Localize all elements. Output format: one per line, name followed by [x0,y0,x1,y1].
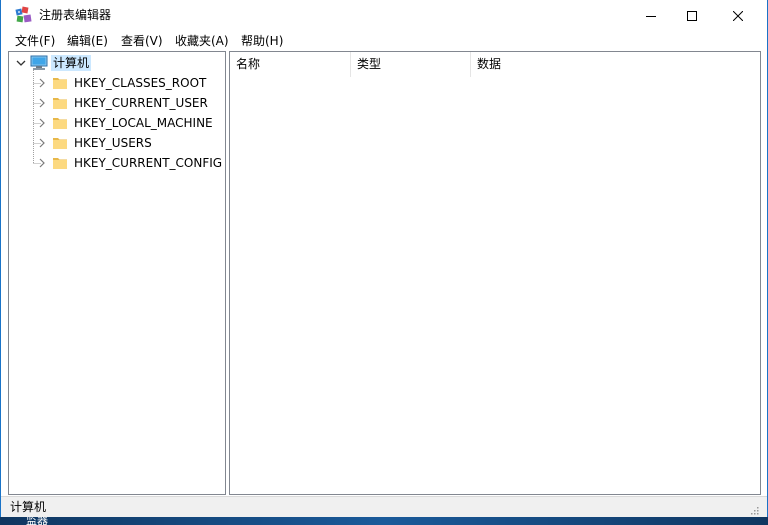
chevron-right-icon[interactable] [35,116,49,130]
column-header-name[interactable]: 名称 [230,52,351,77]
minimize-icon [646,15,656,17]
list-header: 名称 类型 数据 [230,52,760,77]
menu-favorites[interactable]: 收藏夹(A) [175,33,229,49]
folder-icon [53,138,67,149]
tree-node-label: HKEY_CLASSES_ROOT [74,76,207,90]
chevron-down-icon[interactable] [14,56,28,70]
folder-icon [53,118,67,129]
title-bar[interactable]: 注册表编辑器 [1,0,767,31]
registry-tree[interactable]: 计算机 HKEY_CLASSES_ROOT HKEY_CURRENT_USER [8,51,226,495]
folder-icon [53,78,67,89]
desktop-icon-label[interactable]: 监器 [26,516,48,525]
column-header-data[interactable]: 数据 [471,52,591,77]
menu-edit[interactable]: 编辑(E) [67,33,108,49]
tree-node-label: HKEY_CURRENT_CONFIG [74,156,223,170]
tree-node-label: HKEY_USERS [74,136,152,150]
minimize-button[interactable] [628,0,674,31]
chevron-right-icon[interactable] [35,136,49,150]
menu-view[interactable]: 查看(V) [121,33,163,49]
computer-icon [30,55,48,70]
maximize-button[interactable] [669,0,715,31]
menu-bar: 文件(F) 编辑(E) 查看(V) 收藏夹(A) 帮助(H) [1,31,767,51]
close-button[interactable] [715,0,761,31]
tree-node-hkey-current-user[interactable]: HKEY_CURRENT_USER [35,93,208,113]
tree-node-hkey-current-config[interactable]: HKEY_CURRENT_CONFIG [35,153,222,173]
tree-node-hkey-classes-root[interactable]: HKEY_CLASSES_ROOT [35,73,206,93]
menu-file[interactable]: 文件(F) [15,33,55,49]
tree-node-label: 计算机 [51,55,92,71]
menu-help[interactable]: 帮助(H) [241,33,283,49]
chevron-right-icon[interactable] [35,96,49,110]
tree-node-hkey-users[interactable]: HKEY_USERS [35,133,152,153]
folder-icon [53,158,67,169]
tree-node-hkey-local-machine[interactable]: HKEY_LOCAL_MACHINE [35,113,213,133]
tree-node-label: HKEY_LOCAL_MACHINE [74,116,213,130]
tree-node-computer[interactable]: 计算机 [14,53,92,73]
maximize-icon [687,10,697,21]
status-path: 计算机 [10,500,47,514]
values-list[interactable]: 名称 类型 数据 [229,51,761,495]
close-icon [733,10,743,21]
window-title: 注册表编辑器 [39,8,112,22]
registry-editor-icon [15,6,32,23]
status-bar: 计算机 [1,496,767,517]
registry-editor-window: 注册表编辑器 文件(F) 编辑(E) 查看(V) 收藏夹(A) 帮助(H) 计算… [0,0,768,517]
tree-node-label: HKEY_CURRENT_USER [74,96,208,110]
folder-icon [53,98,67,109]
column-header-type[interactable]: 类型 [351,52,471,77]
chevron-right-icon[interactable] [35,76,49,90]
resize-grip-icon[interactable] [749,505,759,515]
chevron-right-icon[interactable] [35,156,49,170]
